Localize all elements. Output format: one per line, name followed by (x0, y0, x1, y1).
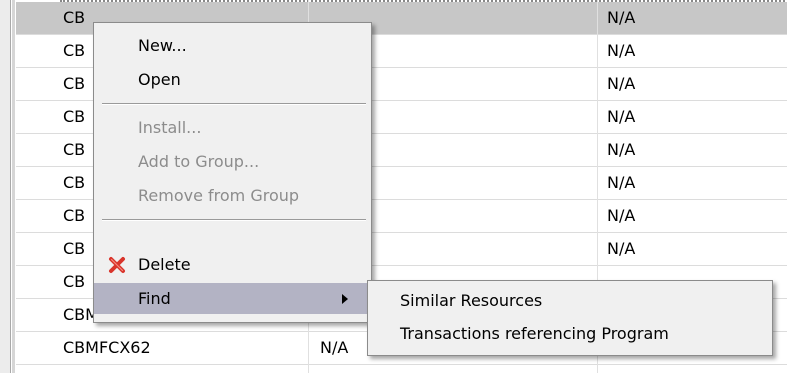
menu-item-label: Open (138, 70, 181, 89)
left-frame-edge (12, 0, 15, 373)
submenu-item-label: Transactions referencing Program (400, 324, 669, 343)
menu-item-open[interactable]: Open (94, 64, 371, 95)
table-cell-col3: N/A (607, 74, 636, 93)
menu-item-label: Delete (138, 255, 191, 274)
table-cell-col3: N/A (607, 206, 636, 225)
table-cell-col3: N/A (607, 239, 636, 258)
table-cell-col3: N/A (607, 107, 636, 126)
menu-item-label: New... (138, 36, 187, 55)
menu-item-delete[interactable]: Delete (94, 249, 371, 280)
menu-separator (102, 219, 366, 221)
submenu-item-transactions-referencing-program[interactable]: Transactions referencing Program (368, 318, 772, 350)
table-cell-col3: N/A (607, 41, 636, 60)
menu-item-install: Install... (94, 112, 371, 143)
menu-item-find[interactable]: Find (94, 283, 371, 314)
menu-item-add-to-group: Add to Group... (94, 146, 371, 177)
menu-separator (102, 103, 366, 105)
table-cell-col3: N/A (607, 173, 636, 192)
menu-item-label: Remove from Group (138, 186, 300, 205)
menu-item-new[interactable]: New... (94, 30, 371, 61)
submenu-arrow-icon (342, 294, 348, 304)
table-cell-col3: N/A (607, 8, 636, 27)
context-menu: New... Open Install... Add to Group... R… (93, 22, 372, 323)
find-submenu: Similar Resources Transactions referenci… (367, 280, 773, 356)
submenu-item-similar-resources[interactable]: Similar Resources (368, 285, 772, 317)
menu-item-label: Add to Group... (138, 152, 260, 171)
submenu-item-label: Similar Resources (400, 291, 543, 310)
table-cell-name: CBMFCX62 (63, 338, 151, 357)
menu-item-label: Install... (138, 118, 202, 137)
table-cell-col3: N/A (607, 140, 636, 159)
delete-x-icon (109, 257, 125, 273)
left-scroll-edge (0, 0, 11, 373)
menu-item-label: Find (138, 289, 171, 308)
menu-item-remove-from-group: Remove from Group (94, 180, 371, 211)
